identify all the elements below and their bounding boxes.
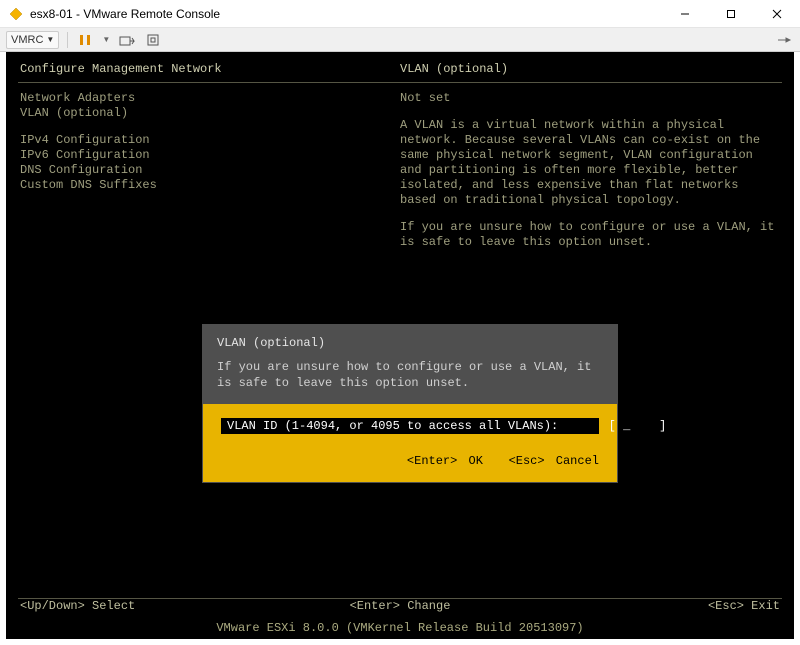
vlan-id-field[interactable]: VLAN ID (1-4094, or 4095 to access all V…: [221, 418, 599, 434]
detail-paragraph-1: A VLAN is a virtual network within a phy…: [400, 118, 780, 208]
pause-icon[interactable]: [76, 31, 94, 49]
vlan-id-input[interactable]: _: [623, 419, 630, 433]
window-title: esx8-01 - VMware Remote Console: [30, 7, 662, 21]
window-titlebar: esx8-01 - VMware Remote Console: [0, 0, 800, 28]
console-version-footer: VMware ESXi 8.0.0 (VMKernel Release Buil…: [6, 621, 794, 635]
esc-key-hint: <Esc>: [509, 454, 545, 468]
vmrc-menu-label: VMRC: [11, 34, 43, 46]
hint-updown: <Up/Down> Select: [20, 599, 273, 613]
menu-item-ipv6[interactable]: IPv6 Configuration: [20, 148, 400, 163]
pin-icon[interactable]: [776, 28, 792, 52]
hint-esc: <Esc> Exit: [527, 599, 780, 613]
minimize-button[interactable]: [662, 0, 708, 28]
menu-item-network-adapters[interactable]: Network Adapters: [20, 91, 400, 106]
dialog-subtitle: If you are unsure how to configure or us…: [217, 359, 603, 391]
maximize-button[interactable]: [708, 0, 754, 28]
close-button[interactable]: [754, 0, 800, 28]
cancel-button[interactable]: Cancel: [556, 454, 599, 468]
enter-key-hint: <Enter>: [407, 454, 457, 468]
detail-pane: Not set A VLAN is a virtual network with…: [400, 91, 780, 262]
header-right: VLAN (optional): [400, 62, 780, 76]
console-status-bar: <Up/Down> Select <Enter> Change <Esc> Ex…: [6, 599, 794, 615]
vmrc-toolbar: VMRC ▼ ▼: [0, 28, 800, 52]
vmware-app-icon: [8, 6, 24, 22]
sidebar-menu: Network Adapters VLAN (optional) IPv4 Co…: [20, 91, 400, 262]
dialog-footer: <Enter> OK <Esc> Cancel: [221, 454, 599, 472]
ok-button[interactable]: OK: [469, 454, 483, 468]
header-divider: [18, 82, 782, 83]
vmrc-menu-button[interactable]: VMRC ▼: [6, 31, 59, 49]
chevron-down-icon: ▼: [46, 35, 54, 44]
console-header: Configure Management Network VLAN (optio…: [6, 52, 794, 82]
send-ctrl-alt-del-icon[interactable]: [118, 31, 136, 49]
hint-enter: <Enter> Change: [273, 599, 526, 613]
menu-item-vlan[interactable]: VLAN (optional): [20, 106, 400, 121]
menu-item-ipv4[interactable]: IPv4 Configuration: [20, 133, 400, 148]
dialog-title: VLAN (optional): [217, 335, 603, 351]
vlan-dialog: VLAN (optional) If you are unsure how to…: [202, 324, 618, 483]
menu-item-custom-dns[interactable]: Custom DNS Suffixes: [20, 178, 400, 193]
remote-console[interactable]: Configure Management Network VLAN (optio…: [6, 52, 794, 639]
detail-paragraph-2: If you are unsure how to configure or us…: [400, 220, 780, 250]
header-left: Configure Management Network: [20, 62, 400, 76]
menu-item-dns[interactable]: DNS Configuration: [20, 163, 400, 178]
chevron-down-icon[interactable]: ▼: [102, 35, 110, 44]
vlan-id-label: VLAN ID (1-4094, or 4095 to access all V…: [227, 419, 558, 433]
fullscreen-icon[interactable]: [144, 31, 162, 49]
detail-status: Not set: [400, 91, 780, 106]
toolbar-separator: [67, 32, 68, 48]
